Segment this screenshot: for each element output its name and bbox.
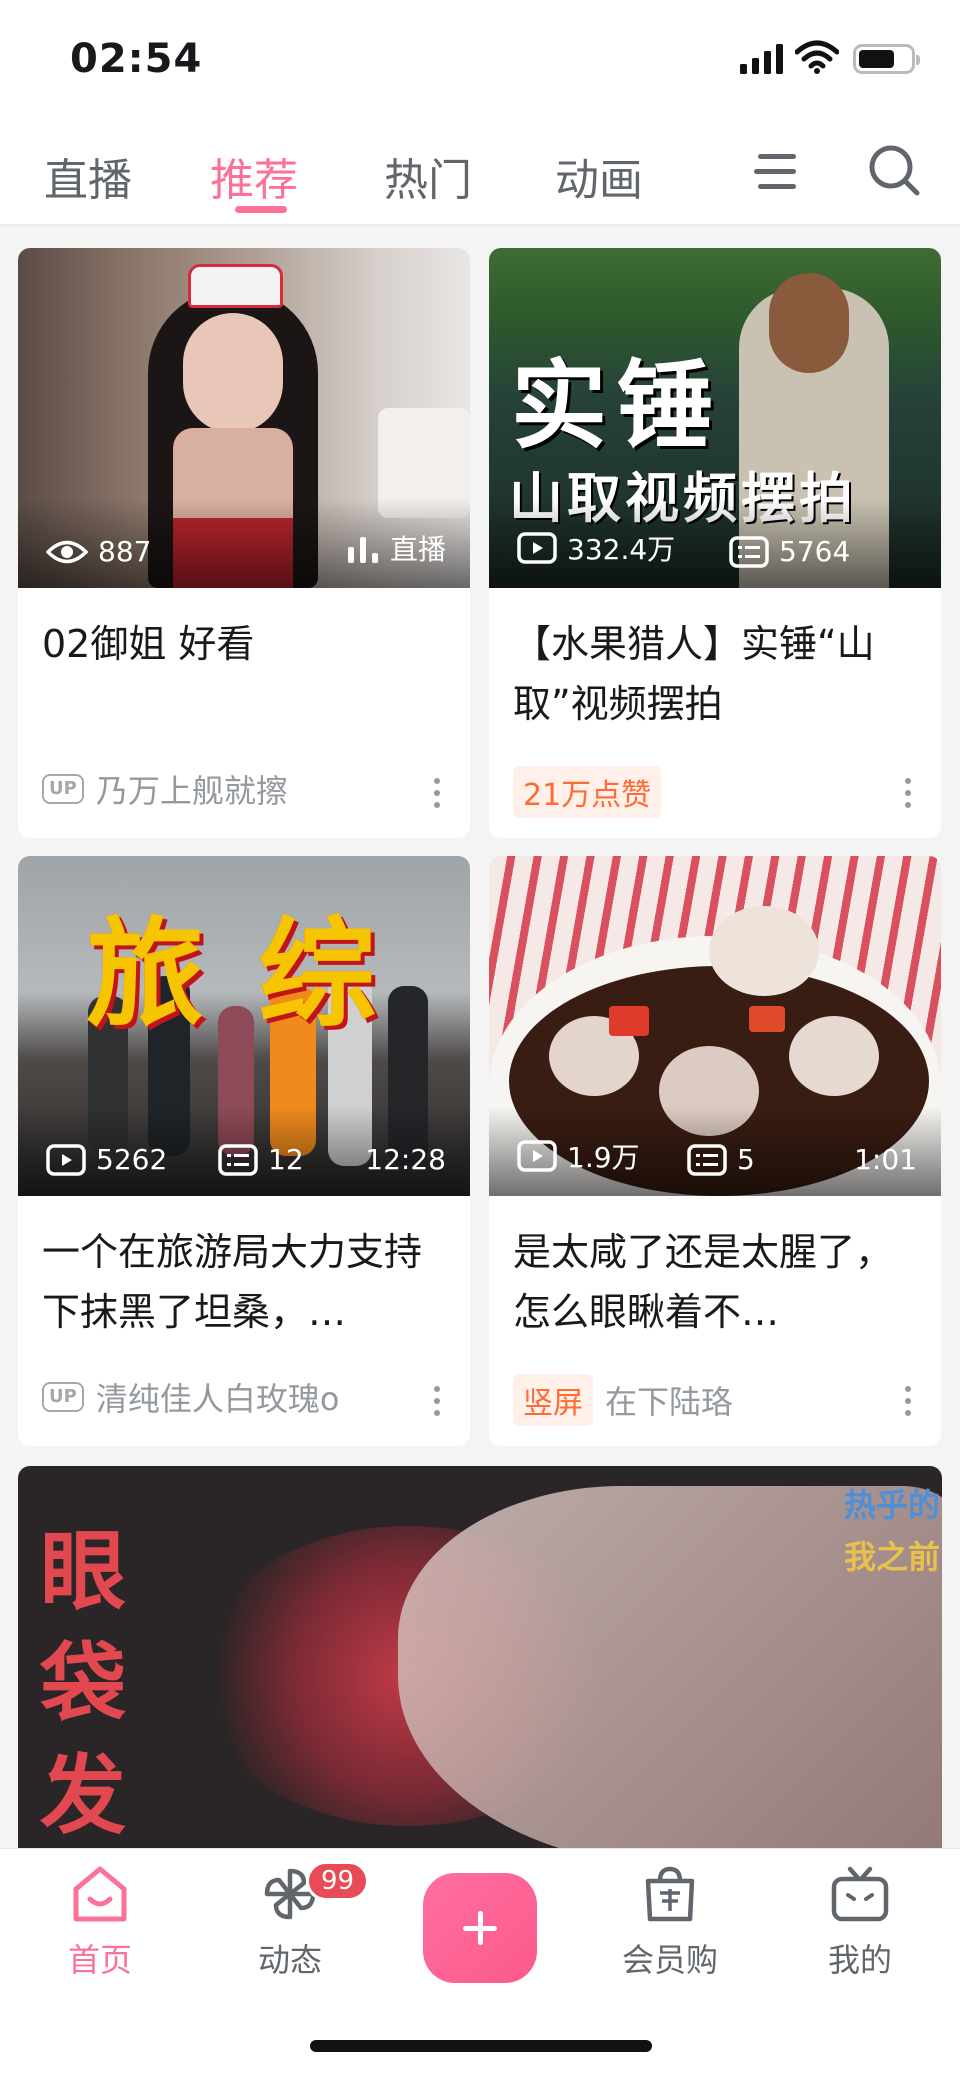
up-badge: UP [42,1382,84,1412]
bar-chart-icon [347,537,378,563]
video-card[interactable]: 旅综 5262 12 12:28 一个在旅游局大力支持下抹黑了坦桑，… UP 清… [18,856,470,1446]
up-badge: UP [42,774,84,804]
likes-tag: 21万点赞 [513,766,662,818]
play-icon [46,1143,86,1176]
video-card[interactable]: 887 直播 02御姐 好看 UP 乃万上舰就擦 [18,248,470,838]
author-row[interactable]: UP 乃万上舰就擦 [42,766,288,812]
video-thumbnail[interactable]: 实锤 山取视频摆拍 332.4万 5764 [489,248,941,588]
view-count: 5262 [46,1143,167,1176]
video-duration: 12:28 [365,1143,446,1176]
vertical-tag: 竖屏 [513,1374,593,1426]
author-name[interactable]: 清纯佳人白玫瑰o [96,1374,340,1420]
thumbnail-corner-text: 我之前 [843,1538,940,1576]
video-thumbnail-large[interactable]: 眼袋发 热乎的 我之前 [18,1466,942,1866]
comment-count: 5764 [729,535,850,568]
view-count: 1.9万 [517,1136,640,1176]
wifi-icon [795,40,839,74]
video-thumbnail[interactable]: 887 直播 [18,248,470,588]
live-indicator: 直播 [346,528,446,568]
eye-icon [46,540,88,563]
search-icon[interactable] [866,142,922,198]
video-title[interactable]: 02御姐 好看 [42,614,442,674]
signal-icon [740,44,783,74]
author-name[interactable]: 在下陆珞 [605,1377,733,1423]
video-title[interactable]: 是太咸了还是太腥了，怎么眼瞅着不… [513,1222,913,1342]
author-row[interactable]: 21万点赞 [513,766,662,818]
view-count: 887 [46,535,151,568]
create-post-button[interactable] [423,1873,537,1983]
play-icon [517,532,557,564]
thumbnail-overlay-text: 实锤 [511,350,723,462]
view-count: 332.4万 [517,528,675,568]
active-tab-indicator [235,206,287,213]
video-thumbnail[interactable]: 1.9万 5 1:01 [489,856,941,1196]
video-card[interactable]: 实锤 山取视频摆拍 332.4万 5764 【水果猎人】实锤“山取”视频摆拍 2… [489,248,941,838]
more-options-icon[interactable] [434,778,440,814]
video-card[interactable]: 1.9万 5 1:01 是太咸了还是太腥了，怎么眼瞅着不… 竖屏 在下陆珞 [489,856,941,1446]
video-duration: 1:01 [854,1143,917,1176]
top-nav: 直播 推荐 热门 动画 [0,120,960,226]
home-icon [73,1866,127,1922]
tab-recommend[interactable]: 推荐 [210,144,298,208]
comment-count: 5 [687,1143,755,1176]
battery-icon [853,44,920,74]
home-indicator[interactable] [310,2040,652,2052]
more-options-icon[interactable] [434,1386,440,1422]
tv-icon [831,1866,889,1922]
nav-vip-shop[interactable]: 会员购 [610,1865,730,1981]
danmaku-icon [687,1143,727,1176]
play-icon [517,1140,557,1172]
danmaku-icon [729,535,769,568]
author-row[interactable]: 竖屏 在下陆珞 [513,1374,733,1426]
more-options-icon[interactable] [905,1386,911,1422]
video-title[interactable]: 【水果猎人】实锤“山取”视频摆拍 [513,614,913,734]
menu-icon[interactable] [752,150,800,194]
nav-home[interactable]: 首页 [40,1865,160,1981]
video-thumbnail[interactable]: 旅综 5262 12 12:28 [18,856,470,1196]
status-bar: 02:54 [0,0,960,120]
thumbnail-corner-text: 热乎的 [843,1486,940,1524]
notification-badge: 99 [306,1861,370,1901]
tab-hot[interactable]: 热门 [384,144,472,208]
comment-count: 12 [218,1143,304,1176]
more-options-icon[interactable] [905,778,911,814]
danmaku-icon [218,1143,258,1176]
tab-live[interactable]: 直播 [44,144,132,208]
thumbnail-overlay-text: 眼袋发 [40,1522,126,1846]
nav-mine[interactable]: 我的 [800,1865,920,1981]
status-time: 02:54 [70,36,203,82]
tab-anime[interactable]: 动画 [555,144,643,208]
video-title[interactable]: 一个在旅游局大力支持下抹黑了坦桑，… [42,1222,442,1342]
thumbnail-overlay-text: 旅综 [86,905,431,1043]
shopping-bag-icon [645,1866,695,1922]
author-name[interactable]: 乃万上舰就擦 [96,766,288,812]
author-row[interactable]: UP 清纯佳人白玫瑰o [42,1374,339,1420]
